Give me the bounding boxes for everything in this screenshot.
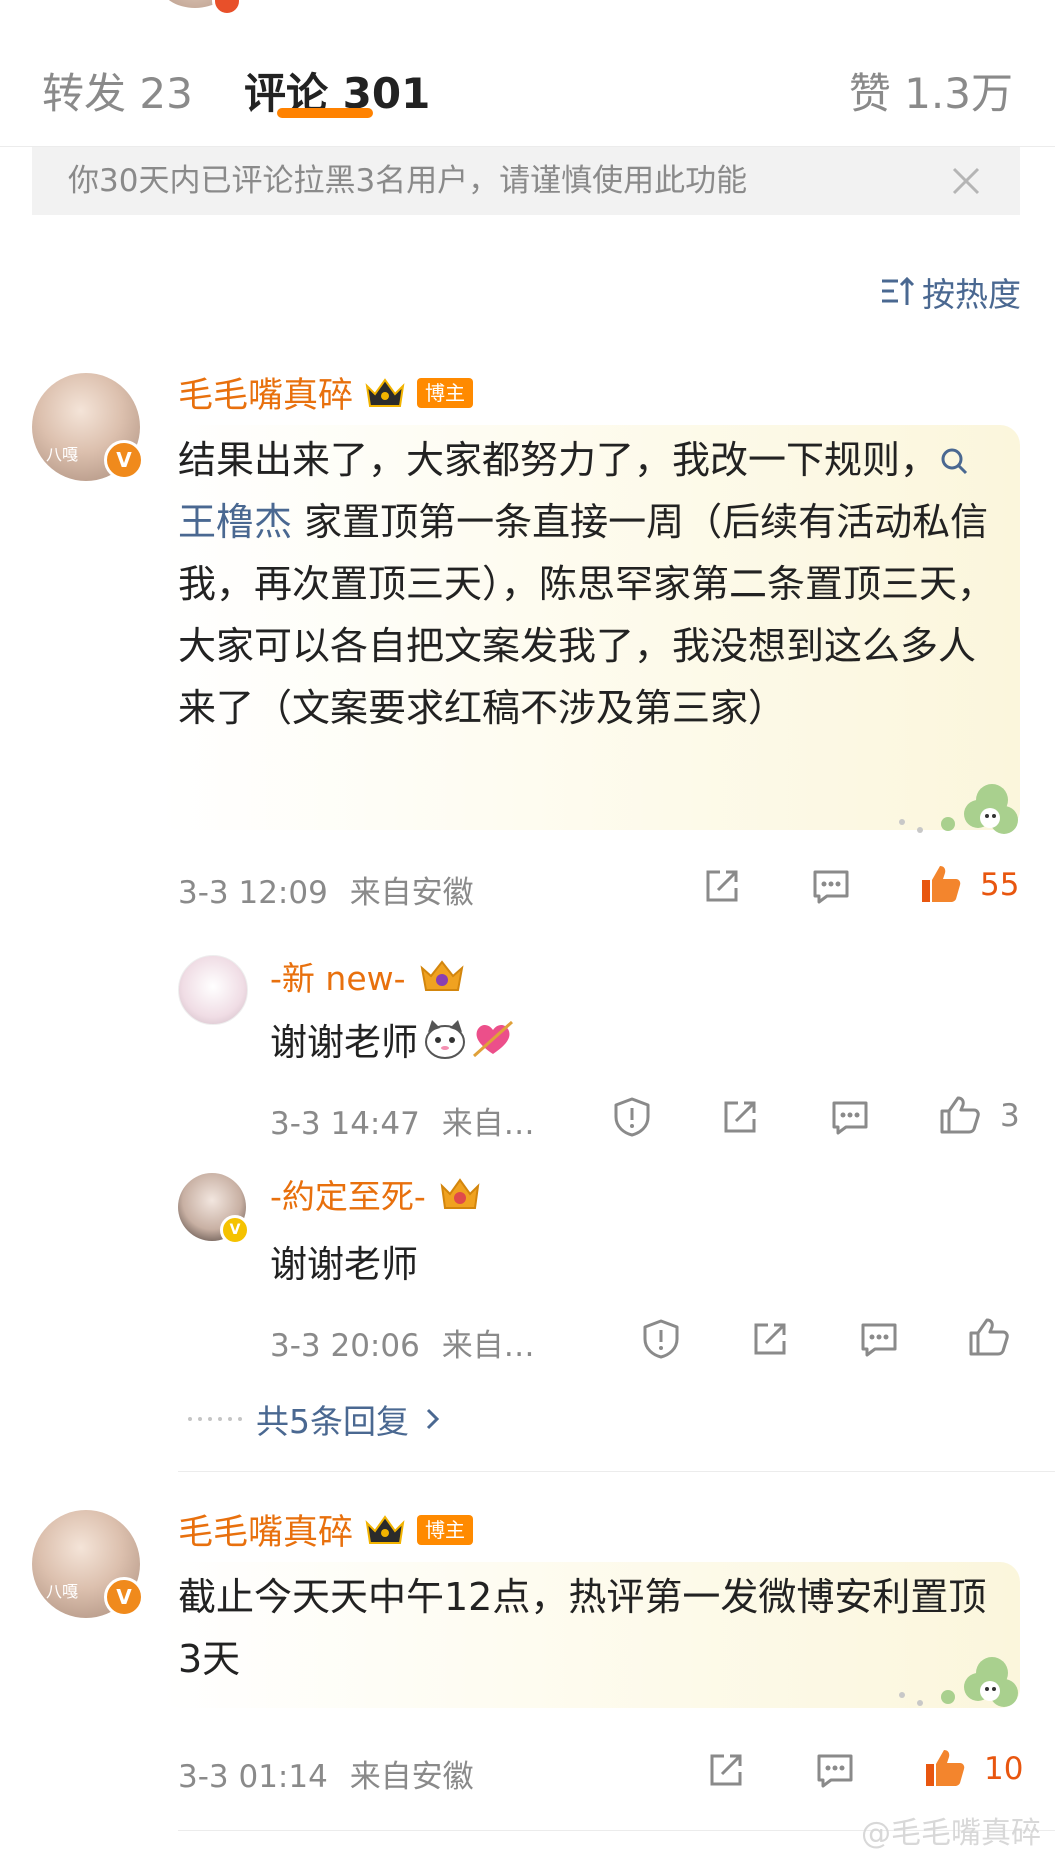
like-icon[interactable]: [937, 1093, 981, 1137]
reply-location: 来自…: [441, 1106, 535, 1142]
reply-meta: 3-3 20:06 来自…: [270, 1320, 535, 1365]
reply-location: 来自…: [441, 1328, 535, 1364]
comment-time: 3-3 12:09: [178, 875, 328, 911]
tab-bar: 转发 23 评论 301 赞 1.3万: [0, 22, 1055, 147]
share-icon[interactable]: [700, 864, 744, 908]
comment-icon[interactable]: [828, 1095, 872, 1139]
reply-like-count: 3: [1000, 1098, 1020, 1134]
sort-icon: [882, 276, 915, 305]
share-icon[interactable]: [718, 1095, 762, 1139]
host-tag: 博主: [417, 1514, 474, 1545]
crown-icon: [440, 1178, 480, 1209]
verified-badge: V: [220, 1215, 250, 1245]
reply-time: 3-3 20:06: [270, 1328, 420, 1364]
comment-location: 来自安徽: [349, 875, 474, 911]
verified-badge: [212, 0, 242, 16]
comment-icon[interactable]: [813, 1748, 857, 1792]
report-icon[interactable]: [610, 1095, 654, 1139]
reply-header: -約定至死-: [270, 1170, 482, 1218]
verified-badge: V: [104, 1577, 144, 1617]
reply-avatar[interactable]: [178, 955, 248, 1025]
verified-badge: V: [104, 440, 144, 480]
comment-icon[interactable]: [809, 864, 853, 908]
comment-header: 毛毛嘴真碎 博主: [178, 1504, 474, 1555]
avatar-label: 八嘎: [46, 1582, 79, 1601]
host-tag: 博主: [417, 377, 474, 408]
more-replies-label: 共5条回复: [256, 1402, 409, 1441]
sort-label: 按热度: [922, 275, 1021, 314]
reply-meta: 3-3 14:47 来自…: [270, 1098, 535, 1143]
reply-author[interactable]: -新 new-: [270, 952, 406, 1000]
reply-text: 谢谢老师: [270, 1012, 514, 1066]
like-count: 55: [980, 867, 1020, 903]
dots-icon: [188, 1417, 242, 1421]
reply-text: 谢谢老师: [270, 1243, 418, 1286]
comment-meta: 3-3 12:09 来自安徽: [178, 867, 474, 912]
cat-emoji: [425, 1020, 465, 1059]
like-icon[interactable]: [966, 1315, 1010, 1359]
comment-location: 来自安徽: [349, 1759, 474, 1795]
comment-text: 截止今天天中午12点，热评第一发微博安利置顶3天: [178, 1575, 987, 1681]
close-icon[interactable]: [946, 161, 986, 201]
crown-icon: [365, 377, 405, 407]
reply-text-label: 谢谢老师: [270, 1021, 418, 1064]
topic-label: 王橹杰: [178, 500, 293, 544]
comment-meta: 3-3 01:14 来自安徽: [178, 1751, 474, 1796]
comment-text-part: 家置顶第一条直接一周（后续有活动私信我，再次置顶三天），陈思罕家第二条置顶三天，…: [178, 500, 996, 730]
avatar-label: 八嘎: [46, 445, 79, 464]
comment-author[interactable]: 毛毛嘴真碎: [178, 367, 353, 418]
tab-like[interactable]: 赞 1.3万: [849, 60, 1013, 121]
chevron-right-icon: [426, 1408, 440, 1430]
heart-arrow-emoji: [472, 1020, 514, 1058]
more-replies-link[interactable]: 共5条回复: [186, 1395, 443, 1443]
tab-repost[interactable]: 转发 23: [42, 60, 193, 121]
divider: [178, 1471, 1055, 1472]
comment-time: 3-3 01:14: [178, 1759, 328, 1795]
reply-header: -新 new-: [270, 952, 466, 1000]
watermark: @毛毛嘴真碎: [861, 1816, 1041, 1851]
clover-sticker: [899, 784, 1018, 834]
comment-text-part: 结果出来了，大家都努力了，我改一下规则，: [178, 438, 939, 482]
comment-text: 结果出来了，大家都努力了，我改一下规则， 王橹杰 家置顶第一条直接一周（后续有活动…: [178, 429, 1008, 739]
share-icon[interactable]: [748, 1317, 792, 1361]
comment-author[interactable]: 毛毛嘴真碎: [178, 1504, 353, 1555]
active-tab-indicator: [277, 108, 373, 118]
like-icon-active[interactable]: [922, 1746, 966, 1790]
comment-header: 毛毛嘴真碎 博主: [178, 367, 474, 418]
crown-icon: [420, 960, 464, 991]
like-count: 10: [984, 1751, 1024, 1787]
reply-author[interactable]: -約定至死-: [270, 1170, 426, 1218]
share-icon[interactable]: [704, 1748, 748, 1792]
like-icon-active[interactable]: [918, 862, 962, 906]
notice-text: 你30天内已评论拉黑3名用户，请谨慎使用此功能: [68, 163, 748, 199]
search-icon: [941, 448, 968, 475]
comment-icon[interactable]: [857, 1317, 901, 1361]
crown-icon: [365, 1514, 405, 1544]
block-notice: 你30天内已评论拉黑3名用户，请谨慎使用此功能: [32, 147, 1020, 215]
reply-time: 3-3 14:47: [270, 1106, 420, 1142]
sort-button[interactable]: 按热度: [880, 268, 1021, 316]
clover-sticker: [899, 1657, 1018, 1707]
report-icon[interactable]: [639, 1317, 683, 1361]
